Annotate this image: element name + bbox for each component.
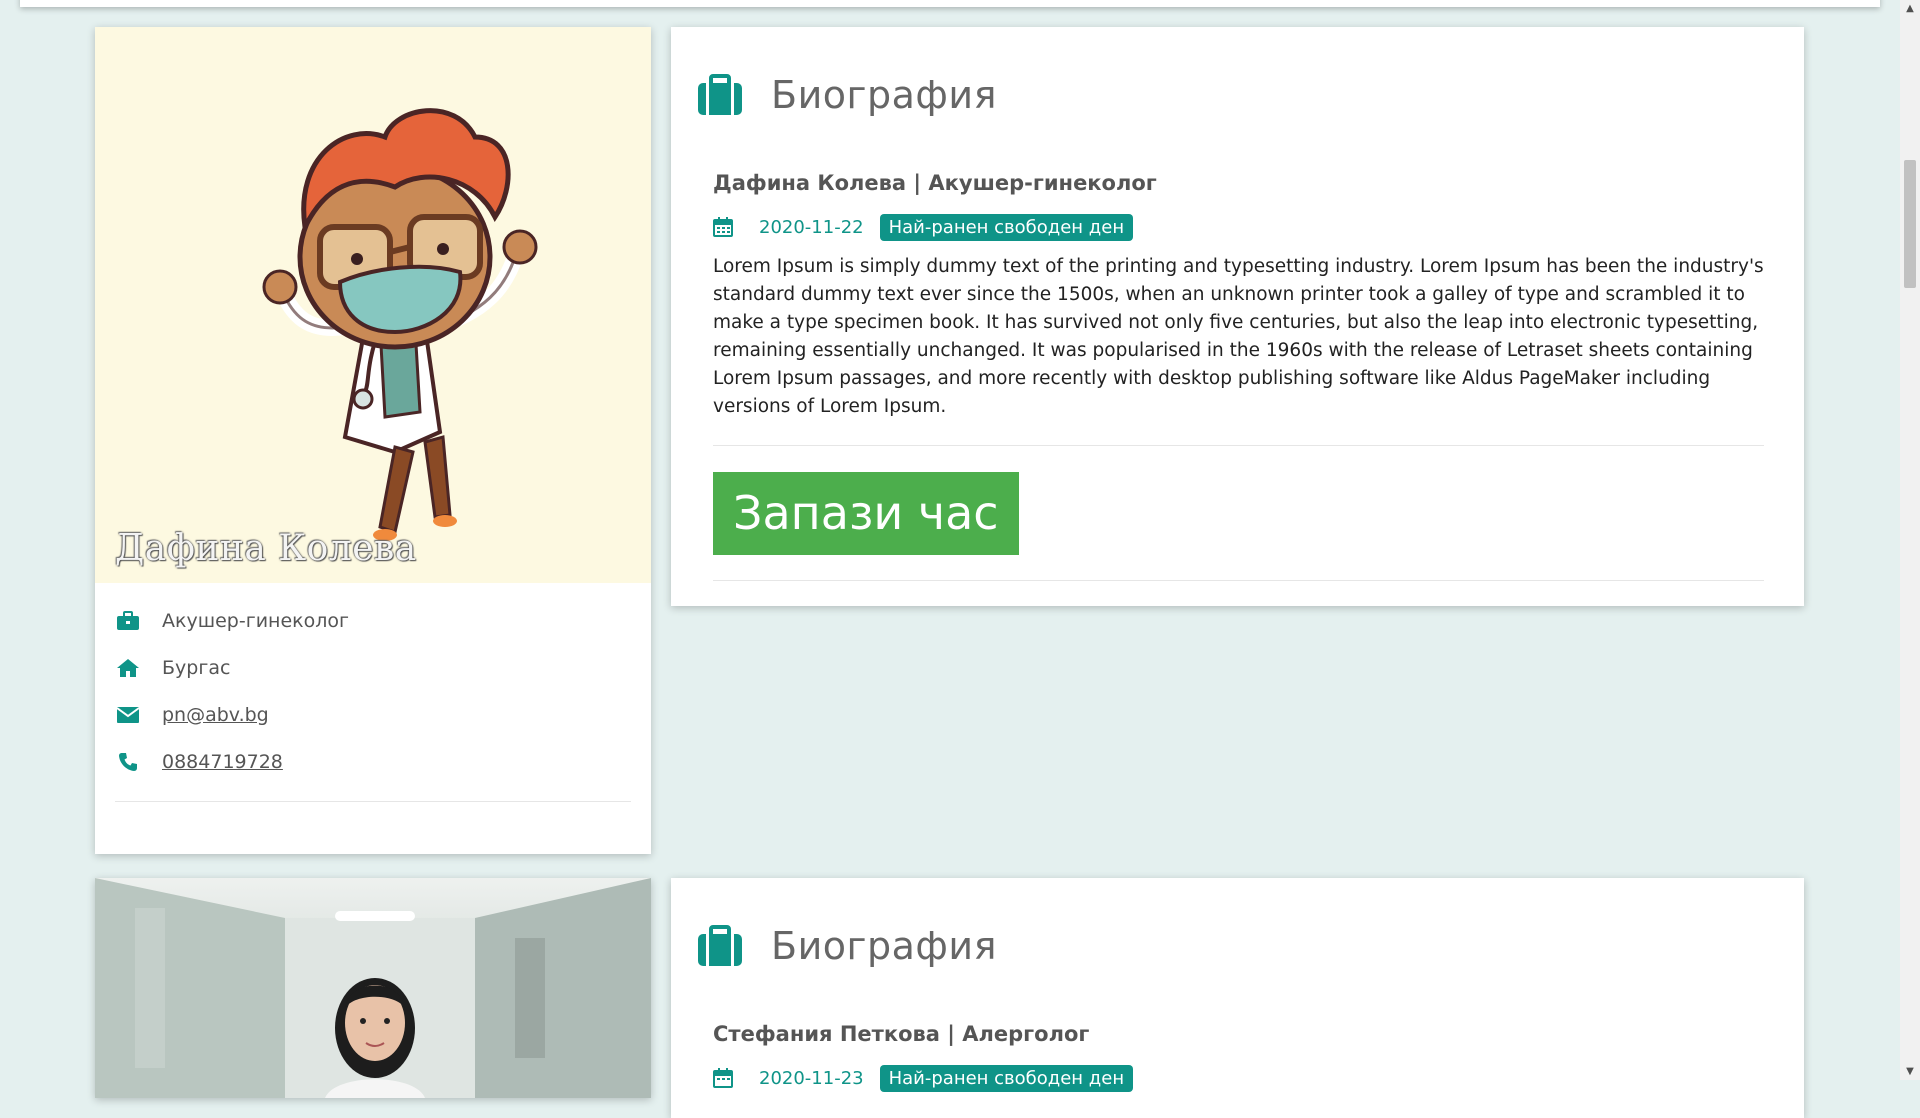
calendar-icon [713, 217, 733, 237]
availability-row: 2020-11-22 Най-ранен свободен ден [713, 211, 1764, 243]
book-appointment-button[interactable]: Запази час [713, 472, 1019, 555]
suitcase-icon [698, 74, 742, 115]
doctor-bio-card: Биография Стефания Петкова | Алерголог 2… [671, 878, 1804, 1118]
divider [713, 580, 1764, 581]
divider [713, 445, 1764, 446]
availability-row: 2020-11-23 Най-ранен свободен ден [713, 1062, 1764, 1094]
calendar-icon [713, 1068, 733, 1088]
doctor-photo-name: Дафина Колева [115, 528, 417, 569]
email-row: pn@abv.bg [115, 691, 631, 738]
phone-link[interactable]: 0884719728 [162, 751, 283, 773]
specialty-text: Акушер-гинеколог [162, 609, 350, 632]
top-navbar-edge [20, 0, 1880, 7]
earliest-date: 2020-11-23 [759, 1067, 864, 1089]
bio-header: Биография [697, 27, 1764, 153]
scroll-down-arrow-icon[interactable]: ▼ [1900, 1063, 1920, 1080]
scroll-up-arrow-icon[interactable]: ▲ [1900, 0, 1920, 17]
doctor-info-list: Акушер-гинеколог Бургас pn@abv.bg 088471… [95, 583, 651, 785]
suitcase-icon [698, 925, 742, 966]
city-text: Бургас [162, 656, 231, 679]
bio-doctor-heading: Стефания Петкова | Алерголог [713, 1022, 1090, 1046]
cartoon-doctor-illustration [262, 108, 538, 541]
home-icon [115, 657, 141, 679]
bio-body: Дафина Колева | Акушер-гинеколог 2020-11… [697, 171, 1764, 421]
doctor-photo [95, 878, 651, 1098]
specialty-row: Акушер-гинеколог [115, 597, 631, 644]
scrollbar-thumb[interactable] [1904, 160, 1916, 288]
bio-title: Биография [771, 73, 997, 117]
briefcase-icon [115, 610, 141, 632]
earliest-date: 2020-11-22 [759, 216, 864, 238]
doctor-photo: Дафина Колева [95, 27, 651, 583]
divider [115, 801, 631, 854]
bio-header: Биография [697, 878, 1764, 1004]
earliest-free-day-badge: Най-ранен свободен ден [879, 213, 1134, 241]
doctor-profile-card [95, 878, 651, 1098]
city-row: Бургас [115, 644, 631, 691]
envelope-icon [115, 704, 141, 726]
email-link[interactable]: pn@abv.bg [162, 704, 269, 726]
phone-icon [115, 751, 141, 773]
bio-description: Lorem Ipsum is simply dummy text of the … [713, 256, 1764, 417]
phone-row: 0884719728 [115, 738, 631, 785]
bio-doctor-heading: Дафина Колева | Акушер-гинеколог [713, 171, 1157, 195]
doctor-bio-card: Биография Дафина Колева | Акушер-гинекол… [671, 27, 1804, 606]
bio-title: Биография [771, 924, 997, 968]
page-scrollbar[interactable]: ▲ ▼ [1900, 0, 1920, 1080]
doctor-photo-hospital-corridor [95, 878, 651, 1098]
earliest-free-day-badge: Най-ранен свободен ден [879, 1064, 1134, 1092]
bio-body: Стефания Петкова | Алерголог 2020-11-23 … [697, 1022, 1764, 1094]
doctor-profile-card: Дафина Колева Акушер-гинеколог Бургас pn… [95, 27, 651, 854]
